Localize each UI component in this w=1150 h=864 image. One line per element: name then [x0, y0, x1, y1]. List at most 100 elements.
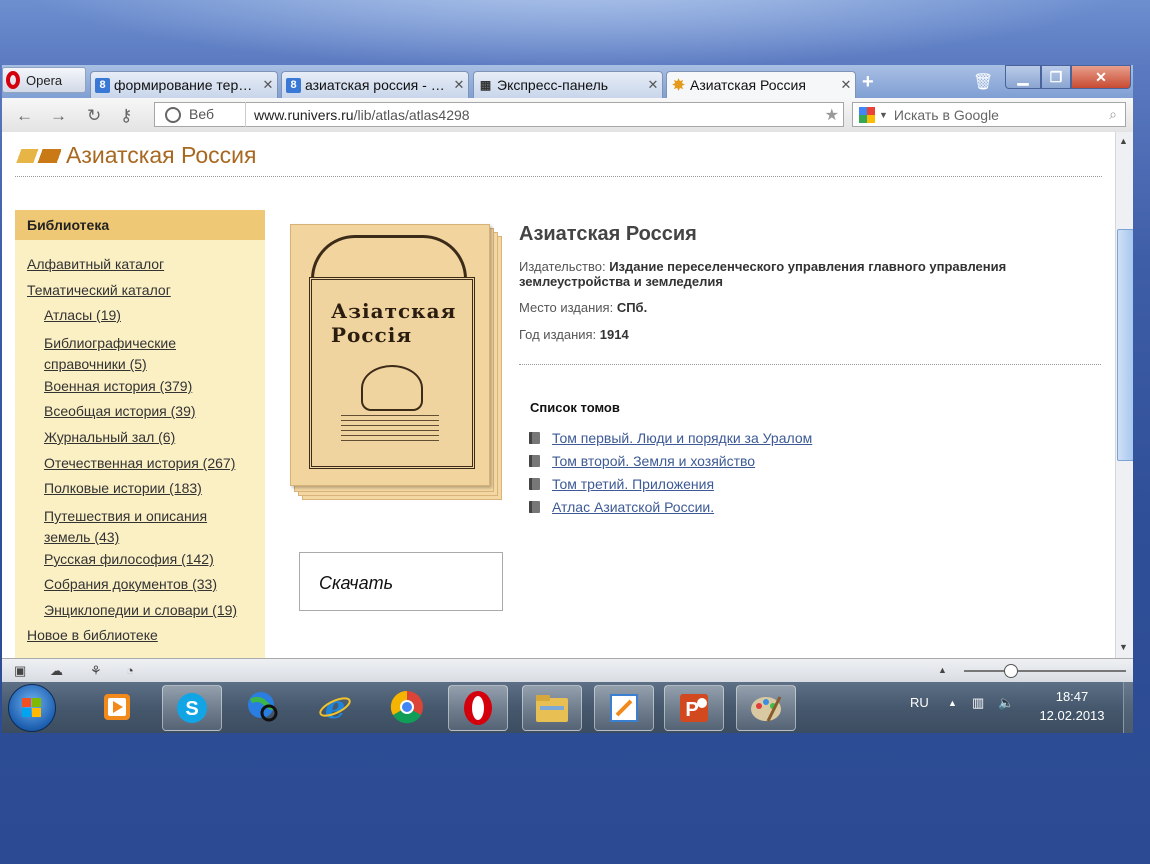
- sidebar-link[interactable]: Полковые истории (183): [44, 480, 202, 496]
- sidebar-item-new: Новое в библиотеке: [27, 627, 158, 645]
- media-player-icon[interactable]: [88, 685, 146, 729]
- opera-menu-button[interactable]: Opera: [2, 67, 86, 93]
- divider: [519, 364, 1101, 365]
- paint-icon[interactable]: [736, 685, 796, 731]
- sidebar-link[interactable]: Библиографические справочники (5): [44, 335, 176, 372]
- sidebar-link[interactable]: Военная история (379): [44, 378, 192, 394]
- browser-window: Opera 8 формирование тер… ✕ 8 азиатская …: [2, 65, 1133, 733]
- year-label: Год издания:: [519, 327, 597, 342]
- scroll-thumb[interactable]: [1117, 229, 1133, 461]
- sidebar-item-world-history: Всеобщая история (39): [44, 403, 196, 421]
- zoom-slider[interactable]: [964, 664, 1126, 678]
- tab-speed-dial[interactable]: ▦ Экспресс-панель ✕: [473, 71, 663, 98]
- svg-text:P: P: [685, 699, 698, 721]
- panel-toggle-icon[interactable]: ▣: [14, 663, 26, 679]
- search-box[interactable]: ▼ Искать в Google ⌕: [852, 102, 1126, 127]
- tab-google-search-1[interactable]: 8 формирование тер… ✕: [90, 71, 278, 98]
- site-logo-icon[interactable]: [15, 149, 61, 163]
- sidebar-link[interactable]: Собрания документов (33): [44, 576, 217, 592]
- chevron-up-icon[interactable]: ▲: [938, 665, 947, 675]
- tab-title: азиатская россия - …: [305, 77, 445, 93]
- volumes-heading: Список томов: [530, 400, 620, 415]
- sidebar-item-thematic: Тематический каталог: [27, 282, 171, 300]
- trash-icon[interactable]: 🗑: [973, 72, 993, 92]
- back-arrow-icon[interactable]: ←: [16, 106, 33, 126]
- unite-icon[interactable]: ⚘: [90, 663, 102, 679]
- sidebar-link[interactable]: Тематический каталог: [27, 282, 171, 298]
- notes-icon[interactable]: [594, 685, 654, 731]
- list-item: Том третий. Приложения: [529, 472, 812, 495]
- opera-icon[interactable]: [448, 685, 508, 731]
- close-window-button[interactable]: ✕: [1071, 65, 1131, 89]
- publisher-label: Издательство:: [519, 259, 606, 274]
- show-desktop-button[interactable]: [1123, 682, 1133, 733]
- download-button[interactable]: Скачать: [299, 552, 503, 611]
- turbo-icon[interactable]: ◔: [126, 663, 134, 678]
- system-clock[interactable]: 18:47 12.02.2013: [1032, 687, 1112, 725]
- volume-link[interactable]: Том третий. Приложения: [552, 476, 714, 492]
- skype-icon[interactable]: S: [162, 685, 222, 731]
- scroll-up-icon[interactable]: ▲: [1119, 136, 1128, 146]
- download-label: Скачать: [319, 573, 394, 593]
- star-bookmark-icon[interactable]: ★: [825, 105, 839, 125]
- chevron-down-icon[interactable]: ▼: [879, 110, 888, 120]
- cover-title: Азiатская Россiя: [331, 299, 456, 347]
- vertical-scrollbar[interactable]: ▲ ▼: [1115, 132, 1133, 658]
- file-explorer-icon[interactable]: [522, 685, 582, 731]
- place-value: СПб.: [616, 300, 648, 315]
- globe-search-icon[interactable]: [234, 685, 292, 729]
- search-icon[interactable]: ⌕: [1109, 106, 1117, 123]
- chrome-icon[interactable]: [378, 685, 436, 729]
- start-button[interactable]: [8, 684, 56, 732]
- sidebar-item-documents: Собрания документов (33): [44, 576, 217, 594]
- sidebar-link[interactable]: Журнальный зал (6): [44, 429, 175, 445]
- tab-bar: Opera 8 формирование тер… ✕ 8 азиатская …: [2, 65, 1133, 98]
- sidebar-link[interactable]: Новое в библиотеке: [27, 627, 158, 643]
- sidebar-link[interactable]: Отечественная история (267): [44, 455, 235, 471]
- cover-ornament-icon: [361, 365, 423, 411]
- language-indicator[interactable]: RU: [910, 695, 929, 710]
- volume-link[interactable]: Атлас Азиатской России.: [552, 499, 714, 515]
- maximize-button[interactable]: ❐: [1041, 65, 1071, 89]
- sidebar-link[interactable]: Атласы (19): [44, 307, 121, 323]
- close-icon[interactable]: ✕: [450, 77, 468, 93]
- sidebar-item-encyclopedias: Энциклопедии и словари (19): [44, 602, 237, 620]
- place-row: Место издания: СПб.: [519, 300, 647, 315]
- show-hidden-icons-icon[interactable]: ▲: [948, 698, 957, 708]
- url-text[interactable]: www.runivers.ru/lib/atlas/atlas4298: [254, 107, 825, 123]
- reload-icon[interactable]: ↻: [87, 106, 101, 126]
- forward-arrow-icon[interactable]: →: [50, 106, 67, 126]
- sidebar-item-military: Военная история (379): [44, 378, 192, 396]
- windows-taskbar: S e P RU ▲ ▥ 🔈 18:47 12.02.2013: [2, 682, 1133, 733]
- powerpoint-icon[interactable]: P: [664, 685, 724, 731]
- volume-link[interactable]: Том второй. Земля и хозяйство: [552, 453, 755, 469]
- book-icon: [529, 500, 540, 513]
- key-icon[interactable]: ⚷: [120, 106, 132, 126]
- desktop-background: [0, 0, 1150, 70]
- internet-explorer-icon[interactable]: e: [306, 685, 364, 729]
- close-icon[interactable]: ✕: [837, 77, 855, 93]
- network-icon[interactable]: ▥: [972, 695, 984, 711]
- zoom-slider-knob[interactable]: [1004, 664, 1018, 678]
- minimize-button[interactable]: ▁: [1005, 65, 1041, 89]
- sidebar-link[interactable]: Всеобщая история (39): [44, 403, 196, 419]
- google-icon: 8: [286, 77, 301, 93]
- search-input[interactable]: Искать в Google: [894, 107, 1109, 123]
- library-sidebar: Библиотека Алфавитный каталог Тематическ…: [15, 210, 265, 658]
- year-value: 1914: [599, 327, 629, 342]
- volume-link[interactable]: Том первый. Люди и порядки за Уралом: [552, 430, 812, 446]
- tab-google-search-2[interactable]: 8 азиатская россия - … ✕: [281, 71, 469, 98]
- globe-icon: [165, 106, 181, 123]
- close-icon[interactable]: ✕: [259, 77, 277, 93]
- sidebar-link[interactable]: Русская философия (142): [44, 551, 214, 567]
- sidebar-link[interactable]: Энциклопедии и словари (19): [44, 602, 237, 618]
- new-tab-button[interactable]: +: [862, 71, 874, 94]
- close-icon[interactable]: ✕: [644, 77, 662, 93]
- tab-current[interactable]: ✸ Азиатская Россия ✕: [666, 71, 856, 98]
- address-bar[interactable]: Веб www.runivers.ru/lib/atlas/atlas4298 …: [154, 102, 844, 127]
- sidebar-link[interactable]: Алфавитный каталог: [27, 256, 164, 272]
- volume-icon[interactable]: 🔈: [998, 695, 1014, 711]
- sidebar-link[interactable]: Путешествия и описания земель (43): [44, 508, 207, 545]
- cloud-icon[interactable]: ☁: [50, 663, 63, 679]
- scroll-down-icon[interactable]: ▼: [1119, 642, 1128, 652]
